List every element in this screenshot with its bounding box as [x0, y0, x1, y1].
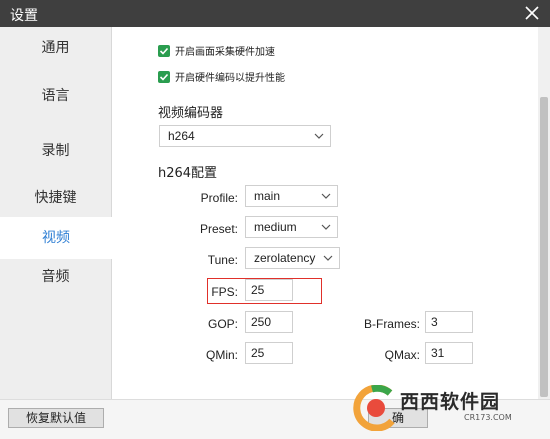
sidebar: 通用 语言 录制 快捷键 视频 音频 — [0, 27, 112, 407]
close-icon[interactable] — [524, 5, 540, 21]
scrollbar-thumb[interactable] — [540, 97, 548, 397]
sidebar-item-general[interactable]: 通用 — [0, 27, 111, 69]
hw-capture-label: 开启画面采集硬件加速 — [175, 47, 275, 58]
chevron-down-icon — [321, 193, 331, 199]
chevron-down-icon — [314, 133, 324, 139]
preset-label: Preset: — [199, 222, 238, 236]
hw-encode-label: 开启硬件编码以提升性能 — [175, 73, 285, 84]
reset-defaults-button[interactable]: 恢复默认值 — [8, 408, 104, 428]
watermark-subtext: CR173.COM — [464, 413, 512, 422]
hw-encode-option[interactable]: 开启硬件编码以提升性能 — [158, 69, 285, 84]
profile-label: Profile: — [200, 191, 238, 205]
watermark-text: 西西软件园 — [400, 391, 501, 413]
window-title: 设置 — [10, 8, 38, 24]
encoder-section-label: 视频编码器 — [158, 106, 224, 121]
fps-label: FPS: — [211, 285, 238, 299]
encoder-value: h264 — [168, 129, 195, 143]
sidebar-item-record[interactable]: 录制 — [0, 130, 111, 172]
tune-value: zerolatency — [254, 251, 316, 265]
qmin-label: QMin: — [205, 348, 238, 362]
gop-label: GOP: — [207, 317, 238, 331]
qmax-label: QMax: — [384, 348, 420, 362]
tune-label: Tune: — [207, 253, 238, 267]
gop-input[interactable]: 250 — [245, 311, 293, 333]
sidebar-item-audio[interactable]: 音频 — [0, 256, 111, 298]
profile-value: main — [254, 189, 281, 203]
watermark-logo: 西西软件园 CR173.COM — [352, 383, 542, 433]
tune-select[interactable]: zerolatency — [245, 247, 340, 269]
watermark-emblem-icon — [353, 385, 395, 431]
h264-section-label: h264配置 — [158, 166, 218, 181]
preset-value: medium — [254, 220, 297, 234]
sidebar-item-video[interactable]: 视频 — [0, 217, 112, 259]
bframes-label: B-Frames: — [363, 317, 420, 331]
hw-capture-option[interactable]: 开启画面采集硬件加速 — [158, 43, 275, 58]
encoder-select[interactable]: h264 — [159, 125, 331, 147]
scrollbar[interactable] — [538, 27, 550, 407]
checkmark-icon[interactable] — [158, 70, 170, 83]
profile-select[interactable]: main — [245, 185, 338, 207]
chevron-down-icon — [323, 255, 333, 261]
qmax-input[interactable]: 31 — [425, 342, 473, 364]
qmin-input[interactable]: 25 — [245, 342, 293, 364]
sidebar-item-language[interactable]: 语言 — [0, 75, 111, 117]
checkmark-icon[interactable] — [158, 44, 170, 57]
bframes-input[interactable]: 3 — [425, 311, 473, 333]
sidebar-item-hotkeys[interactable]: 快捷键 — [0, 177, 111, 219]
fps-input[interactable]: 25 — [245, 279, 293, 301]
preset-select[interactable]: medium — [245, 216, 338, 238]
chevron-down-icon — [321, 224, 331, 230]
title-bar: 设置 — [0, 0, 550, 27]
